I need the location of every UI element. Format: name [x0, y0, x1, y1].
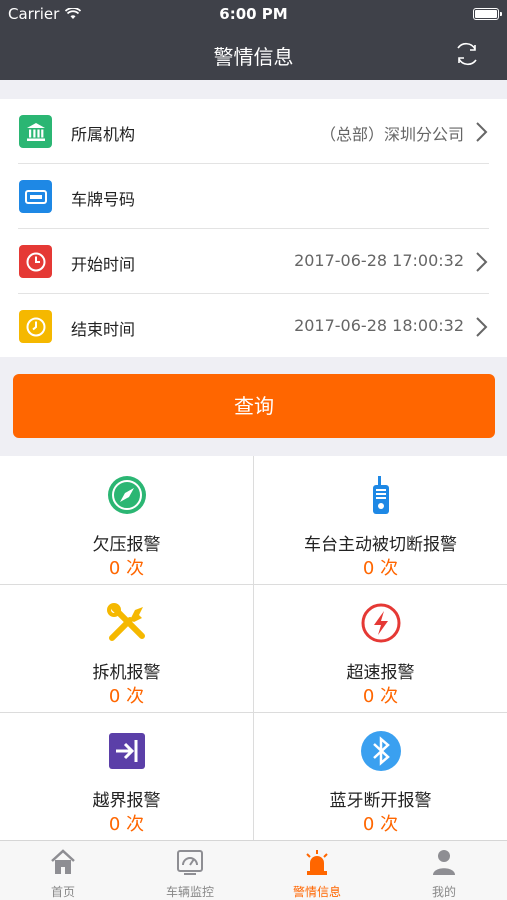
clock-icon — [19, 245, 52, 278]
alarm-count: 0 次 — [362, 814, 399, 835]
tab-home[interactable]: 首页 — [0, 841, 126, 900]
tab-monitor[interactable]: 车辆监控 — [127, 841, 253, 900]
license-plate-icon — [19, 180, 52, 213]
alarm-grid: 欠压报警 0 次 车台主动被切断报警 0 次 拆机报警 0 次 超速报警 0 次… — [0, 456, 507, 840]
org-value: （总部）深圳分公司 — [319, 125, 464, 144]
user-icon — [433, 850, 455, 875]
tab-label: 我的 — [431, 885, 456, 899]
chevron-right-icon — [476, 252, 488, 272]
start-time-row[interactable]: 开始时间 2017-06-28 17:00:32 — [0, 229, 507, 294]
bank-icon — [19, 115, 52, 148]
end-time-value: 2017-06-28 18:00:32 — [294, 316, 464, 335]
query-button[interactable]: 查询 — [13, 374, 495, 438]
alarm-count: 0 次 — [108, 686, 145, 707]
alarm-bluetooth[interactable]: 蓝牙断开报警 0 次 — [254, 712, 507, 840]
page-title: 警情信息 — [213, 45, 294, 69]
tools-icon — [107, 603, 145, 641]
tab-bar: 首页 车辆监控 警情信息 我的 — [0, 840, 507, 900]
alarm-name: 欠压报警 — [92, 535, 161, 555]
alarm-count: 0 次 — [108, 558, 145, 579]
home-icon — [51, 849, 75, 874]
nav-bar: 警情信息 — [0, 28, 507, 80]
alarm-name: 超速报警 — [346, 663, 415, 683]
compass-icon — [108, 476, 146, 514]
monitor-icon — [177, 850, 203, 875]
tab-profile[interactable]: 我的 — [381, 841, 507, 900]
filter-form: 所属机构 （总部）深圳分公司 车牌号码 开始时间 2017-06-28 17:0… — [0, 99, 507, 357]
alarm-name: 拆机报警 — [92, 663, 161, 683]
alarm-overspeed[interactable]: 超速报警 0 次 — [254, 584, 507, 712]
tab-label: 首页 — [50, 885, 75, 899]
org-row[interactable]: 所属机构 （总部）深圳分公司 — [0, 99, 507, 164]
tab-label: 车辆监控 — [165, 885, 214, 899]
clock: 6:00 PM — [219, 5, 288, 23]
alarm-count: 0 次 — [362, 558, 399, 579]
tab-alarm[interactable]: 警情信息 — [254, 841, 380, 900]
plate-row[interactable]: 车牌号码 — [0, 164, 507, 229]
alarm-light-icon — [306, 850, 328, 875]
end-time-row[interactable]: 结束时间 2017-06-28 18:00:32 — [0, 294, 507, 359]
battery-icon — [473, 8, 502, 20]
alarm-name: 越界报警 — [92, 791, 161, 811]
walkie-talkie-icon — [373, 476, 389, 514]
refresh-icon[interactable] — [453, 40, 481, 68]
lightning-icon — [361, 603, 401, 643]
plate-label: 车牌号码 — [71, 190, 136, 209]
start-time-label: 开始时间 — [71, 255, 136, 274]
alarm-boundary[interactable]: 越界报警 0 次 — [0, 712, 253, 840]
alarm-cutoff[interactable]: 车台主动被切断报警 0 次 — [254, 456, 507, 584]
clock-icon — [19, 310, 52, 343]
alarm-name: 蓝牙断开报警 — [329, 791, 432, 811]
status-bar: Carrier 6:00 PM — [0, 0, 507, 28]
alarm-name: 车台主动被切断报警 — [304, 535, 457, 555]
chevron-right-icon — [476, 317, 488, 337]
org-label: 所属机构 — [71, 125, 136, 144]
end-time-label: 结束时间 — [71, 320, 136, 339]
bluetooth-icon — [361, 731, 401, 771]
alarm-count: 0 次 — [362, 686, 399, 707]
enter-icon — [109, 733, 145, 769]
chevron-right-icon — [476, 122, 488, 142]
alarm-undervoltage[interactable]: 欠压报警 0 次 — [0, 456, 253, 584]
tab-label: 警情信息 — [292, 885, 341, 899]
alarm-dismantle[interactable]: 拆机报警 0 次 — [0, 584, 253, 712]
start-time-value: 2017-06-28 17:00:32 — [294, 251, 464, 270]
alarm-count: 0 次 — [108, 814, 145, 835]
